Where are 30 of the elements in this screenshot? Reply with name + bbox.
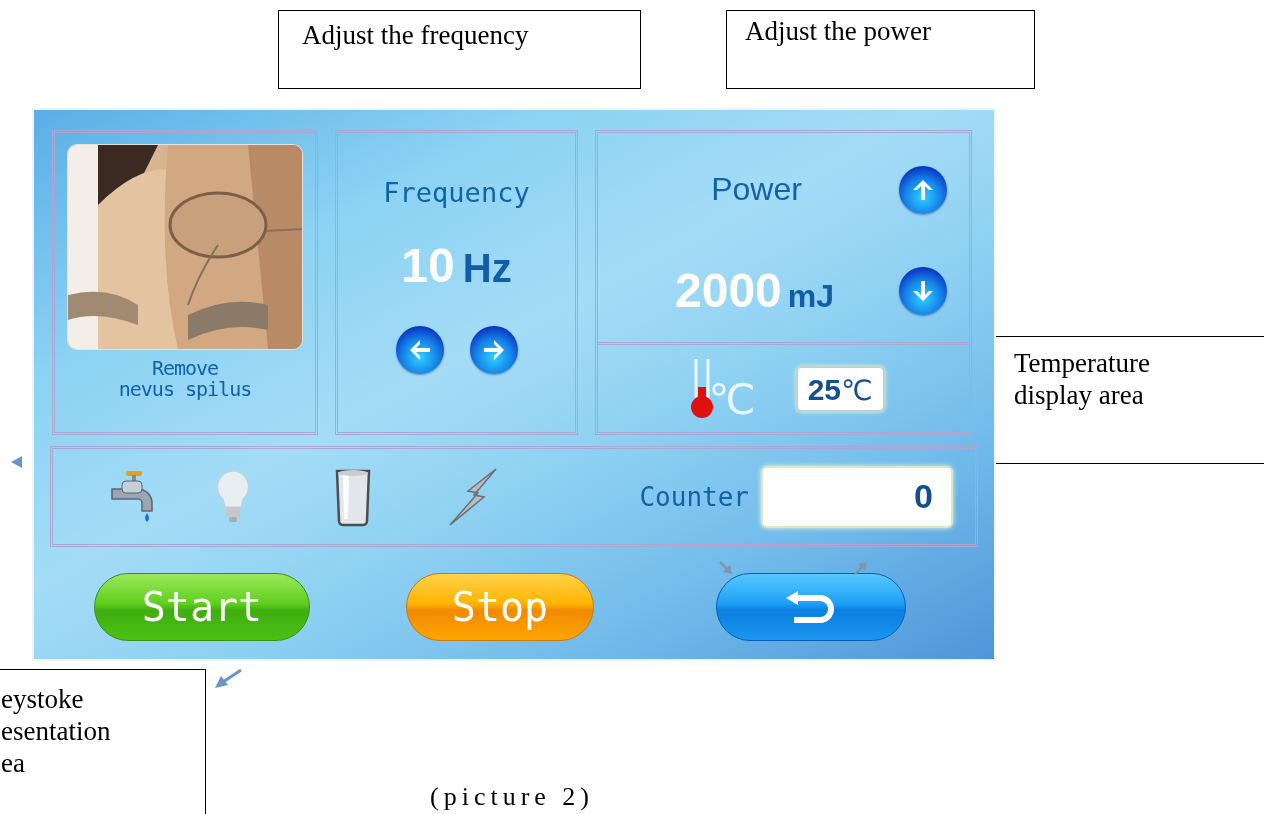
frequency-unit: Hz bbox=[462, 248, 512, 288]
triangle-icon bbox=[9, 455, 23, 469]
counter-label: Counter bbox=[639, 481, 749, 512]
up-arrow-button[interactable] bbox=[899, 165, 947, 214]
callout-text: eystoke bbox=[1, 684, 85, 716]
callout-text: Adjust the frequency bbox=[302, 19, 530, 52]
callout-text: esentation bbox=[1, 715, 112, 748]
left-arrow-button[interactable] bbox=[395, 326, 444, 374]
temperature-display: 25℃ bbox=[795, 365, 885, 412]
arrow-icon bbox=[718, 560, 734, 576]
arrow-icon bbox=[853, 560, 869, 576]
treatment-label: Remove nevus spilus bbox=[118, 358, 252, 400]
arrow-icon bbox=[213, 668, 243, 690]
down-arrow-button[interactable] bbox=[899, 267, 947, 316]
celsius-symbol: ℃ bbox=[708, 378, 756, 421]
lightning-icon bbox=[446, 466, 500, 527]
callout-text: ea bbox=[1, 747, 26, 780]
right-arrow-button[interactable] bbox=[469, 326, 518, 374]
power-value: 2000 bbox=[675, 267, 782, 316]
callout-text: Temperature bbox=[1014, 347, 1152, 380]
callout-text: display area bbox=[1014, 379, 1145, 412]
stop-button[interactable]: Stop bbox=[406, 573, 594, 641]
power-title: Power bbox=[710, 171, 802, 209]
callout-text: Adjust the power bbox=[745, 15, 932, 48]
figure-caption: (picture 2) bbox=[430, 782, 594, 812]
power-unit: mJ bbox=[787, 280, 834, 313]
frequency-title: Frequency bbox=[383, 177, 530, 208]
counter-field: 0 bbox=[761, 465, 953, 528]
frequency-value: 10 bbox=[401, 242, 455, 290]
start-button[interactable]: Start bbox=[94, 573, 310, 641]
